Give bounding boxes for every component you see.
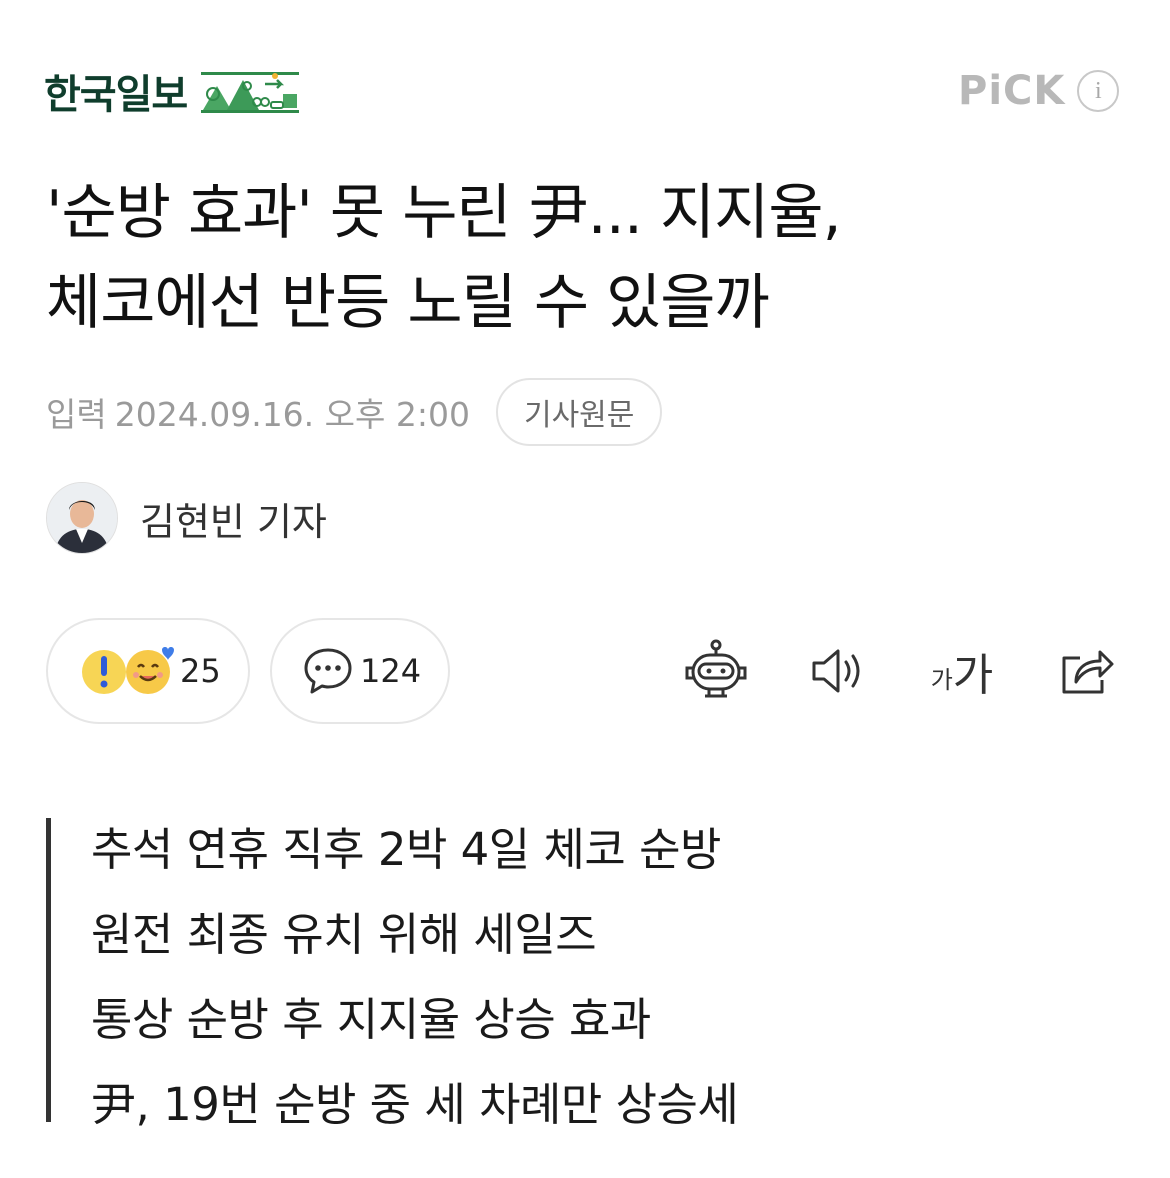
font-size-small-glyph: 가 bbox=[930, 665, 953, 694]
font-size-button[interactable]: 가 가 bbox=[926, 636, 998, 706]
comment-icon bbox=[304, 648, 352, 694]
article-header: 한국일보 PiCK i bbox=[0, 0, 1170, 150]
headline-line-1: '순방 효과' 못 누린 尹... 지지율, bbox=[46, 178, 842, 248]
summary-line-3: 통상 순방 후 지지율 상승 효과 bbox=[91, 993, 651, 1046]
author-avatar[interactable] bbox=[46, 482, 118, 554]
pick-label: PiCK bbox=[958, 68, 1066, 114]
speaker-icon bbox=[812, 649, 860, 693]
summary-line-2: 원전 최종 유치 위해 세일즈 bbox=[91, 908, 597, 961]
action-bar: 25 124 가 가 bbox=[46, 618, 1126, 726]
font-size-large-glyph: 가 bbox=[952, 650, 994, 701]
info-icon[interactable]: i bbox=[1077, 70, 1120, 112]
reaction-count: 25 bbox=[180, 652, 221, 690]
author-byline[interactable]: 김현빈 기자 bbox=[46, 482, 327, 554]
publisher-logo-art bbox=[201, 72, 300, 113]
original-article-button[interactable]: 기사원문 bbox=[495, 378, 663, 446]
article-headline: '순방 효과' 못 누린 尹... 지지율, 체코에선 반등 노릴 수 있을까 bbox=[46, 168, 1136, 348]
author-photo-icon bbox=[47, 483, 117, 553]
summary-line-4: 尹, 19번 순방 중 세 차례만 상승세 bbox=[91, 1078, 739, 1131]
publish-date: 2024.09.16. 오후 2:00 bbox=[114, 395, 470, 434]
reaction-emoji-icon bbox=[82, 647, 174, 694]
reaction-button[interactable]: 25 bbox=[46, 618, 250, 724]
publisher-name: 한국일보 bbox=[44, 72, 188, 118]
article-summary: 추석 연휴 직후 2박 4일 체코 순방 원전 최종 유치 위해 세일즈 통상 … bbox=[46, 818, 1126, 1131]
author-name: 김현빈 기자 bbox=[140, 499, 327, 544]
comment-button[interactable]: 124 bbox=[270, 618, 450, 724]
summary-line-1: 추석 연휴 직후 2박 4일 체코 순방 bbox=[91, 823, 721, 876]
share-button[interactable] bbox=[1056, 636, 1118, 706]
headline-line-2: 체코에선 반등 노릴 수 있을까 bbox=[46, 268, 770, 338]
comment-count: 124 bbox=[360, 652, 422, 690]
text-to-speech-button[interactable] bbox=[806, 636, 870, 706]
share-icon bbox=[1062, 650, 1114, 694]
robot-icon bbox=[685, 639, 747, 698]
pick-badge[interactable]: PiCK i bbox=[958, 68, 1120, 114]
dateline: 입력 2024.09.16. 오후 2:00 기사원문 bbox=[46, 378, 663, 446]
publisher-logo[interactable]: 한국일보 bbox=[44, 62, 301, 120]
ai-summary-button[interactable] bbox=[682, 636, 750, 706]
date-label: 입력 bbox=[46, 395, 107, 434]
